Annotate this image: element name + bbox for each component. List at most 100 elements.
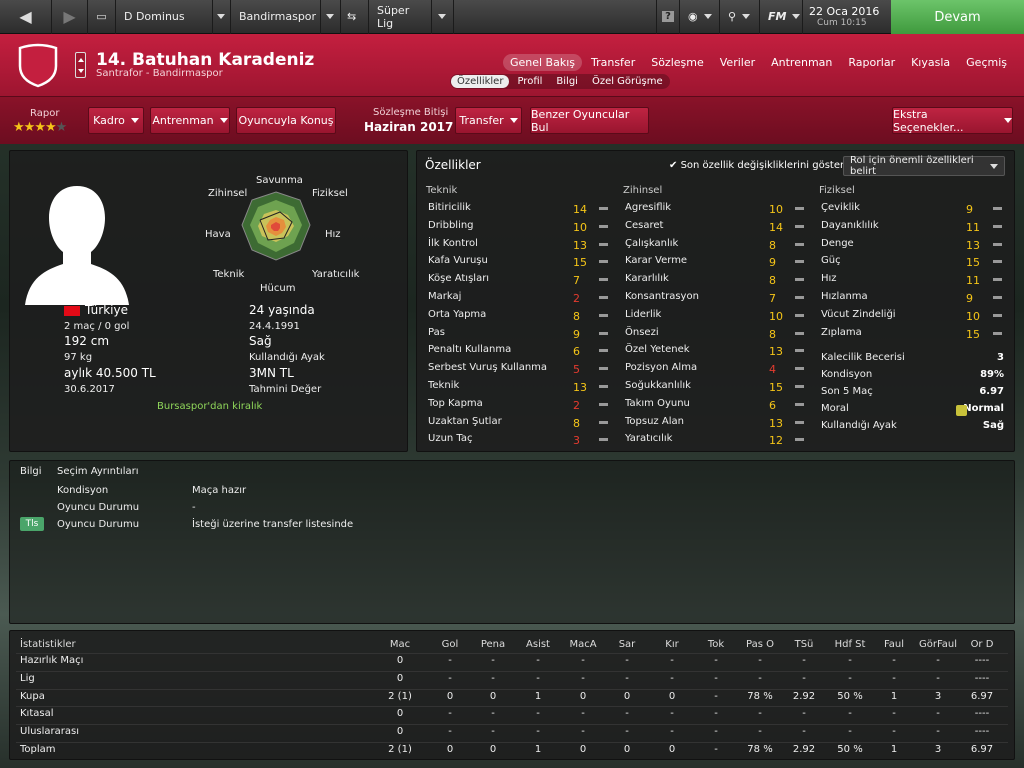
contract-end: 30.6.2017: [64, 384, 115, 395]
attribute-row[interactable]: Dribbling: [428, 217, 474, 234]
stats-column-header[interactable]: Asist: [513, 639, 563, 650]
trend-dash-icon: [599, 207, 608, 210]
fm-menu[interactable]: FM: [760, 0, 803, 34]
tab-compare[interactable]: Kıyasla: [904, 54, 957, 71]
forward-button[interactable]: ▶: [52, 0, 88, 34]
attribute-name: Hız: [821, 273, 837, 285]
subtab-private-chat[interactable]: Özel Görüşme: [586, 75, 669, 88]
inbox-button[interactable]: ▭: [88, 0, 116, 34]
manager-dropdown[interactable]: D Dominus: [116, 0, 213, 34]
attribute-row[interactable]: Takım Oyunu: [625, 395, 690, 412]
help-button[interactable]: ?: [656, 0, 680, 34]
attribute-row[interactable]: Teknik: [428, 377, 459, 394]
attribute-row[interactable]: Markaj: [428, 288, 461, 305]
attribute-row[interactable]: Zıplama: [821, 324, 862, 341]
talk-button[interactable]: Oyuncuyla Konuş: [236, 107, 336, 134]
swap-button[interactable]: ⇆: [341, 0, 369, 34]
attribute-row[interactable]: Konsantrasyon: [625, 288, 699, 305]
transfer-button[interactable]: Transfer: [455, 107, 522, 134]
attribute-row[interactable]: Hızlanma: [821, 288, 868, 305]
stats-column-header[interactable]: Kır: [647, 639, 697, 650]
attribute-row[interactable]: Pozisyon Alma: [625, 359, 697, 376]
back-button[interactable]: ◀: [0, 0, 52, 34]
tab-stats[interactable]: Veriler: [713, 54, 762, 71]
stats-column-header[interactable]: MacA: [558, 639, 608, 650]
attribute-row[interactable]: Dayanıklılık: [821, 217, 879, 234]
attribute-row[interactable]: Denge: [821, 235, 854, 252]
tab-contract[interactable]: Sözleşme: [644, 54, 711, 71]
attribute-row[interactable]: Liderlik: [625, 306, 661, 323]
attribute-row[interactable]: Topsuz Alan: [625, 413, 684, 430]
attribute-value: 13: [966, 238, 980, 252]
attribute-row[interactable]: Güç: [821, 252, 841, 269]
attribute-row[interactable]: Uzaktan Şutlar: [428, 413, 502, 430]
find-similar-button[interactable]: Benzer Oyuncular Bul: [530, 107, 649, 134]
attribute-row[interactable]: Soğukkanlılık: [625, 377, 691, 394]
stats-column-header[interactable]: Pas O: [735, 639, 785, 650]
training-button[interactable]: Antrenman: [150, 107, 230, 134]
tab-history[interactable]: Geçmiş: [959, 54, 1014, 71]
date-display[interactable]: 22 Oca 2016 Cum 10:15: [803, 0, 891, 34]
show-changes-checkbox[interactable]: ✔ Son özellik değişikliklerini göster: [669, 160, 844, 171]
attribute-row[interactable]: Önsezi: [625, 324, 659, 341]
stats-column-header[interactable]: Hdf St: [825, 639, 875, 650]
stats-column-header[interactable]: Pena: [468, 639, 518, 650]
attribute-row[interactable]: İlk Kontrol: [428, 235, 478, 252]
stats-column-header[interactable]: Mac: [375, 639, 425, 650]
stats-row-divider: [16, 688, 1008, 690]
attribute-row[interactable]: Köşe Atışları: [428, 270, 489, 287]
trend-dash-icon: [795, 331, 804, 335]
club-menu[interactable]: [321, 0, 341, 34]
chevron-down-icon[interactable]: [77, 69, 84, 73]
attribute-row[interactable]: Agresiflik: [625, 199, 671, 216]
club-dropdown[interactable]: Bandirmaspor: [231, 0, 321, 34]
tab-reports[interactable]: Raporlar: [841, 54, 902, 71]
selection-details-tab[interactable]: Seçim Ayrıntıları: [57, 466, 139, 477]
attribute-row[interactable]: Hız: [821, 270, 837, 287]
attribute-row[interactable]: Çalışkanlık: [625, 235, 678, 252]
tab-overview[interactable]: Genel Bakış: [502, 54, 582, 71]
subtab-attributes[interactable]: Özellikler: [451, 75, 510, 88]
tab-transfer[interactable]: Transfer: [584, 54, 642, 71]
attribute-row[interactable]: Kafa Vuruşu: [428, 252, 488, 269]
continue-button[interactable]: Devam: [891, 0, 1024, 34]
squad-button[interactable]: Kadro: [88, 107, 144, 134]
attribute-row[interactable]: Top Kapma: [428, 395, 483, 412]
attribute-row[interactable]: Karar Verme: [625, 252, 687, 269]
attribute-row[interactable]: Penaltı Kullanma: [428, 341, 511, 358]
search-button[interactable]: ⚲: [720, 0, 760, 34]
stats-column-header[interactable]: TSü: [779, 639, 829, 650]
extra-options-button[interactable]: Ekstra Seçenekler...: [892, 107, 1013, 134]
stats-column-header[interactable]: GörFaul: [913, 639, 963, 650]
attribute-row[interactable]: Yaratıcılık: [625, 430, 672, 447]
attribute-row[interactable]: Serbest Vuruş Kullanma: [428, 359, 547, 376]
attribute-row[interactable]: Pas: [428, 324, 445, 341]
stats-column-header[interactable]: Or D: [957, 639, 1007, 650]
attribute-row[interactable]: Vücut Zindeliği: [821, 306, 896, 323]
chevron-up-icon[interactable]: [77, 58, 84, 62]
loan-status[interactable]: Bursaspor'dan kiralık: [157, 401, 262, 412]
stats-row-label: Toplam: [20, 744, 56, 755]
stats-column-header[interactable]: Tok: [691, 639, 741, 650]
competition-menu[interactable]: [432, 0, 454, 34]
subtab-info[interactable]: Bilgi: [550, 75, 584, 88]
competition-dropdown[interactable]: Süper Lig: [369, 0, 432, 34]
attribute-row[interactable]: Uzun Taç: [428, 430, 473, 447]
stats-column-header[interactable]: Faul: [869, 639, 919, 650]
stats-column-header[interactable]: Sar: [602, 639, 652, 650]
trend-dash-icon: [795, 438, 804, 442]
attribute-row[interactable]: Cesaret: [625, 217, 663, 234]
tab-training[interactable]: Antrenman: [764, 54, 839, 71]
attribute-row[interactable]: Özel Yetenek: [625, 341, 690, 358]
manager-menu[interactable]: [213, 0, 231, 34]
attribute-row[interactable]: Çeviklik: [821, 199, 860, 216]
attribute-row[interactable]: Bitiricilik: [428, 199, 471, 216]
info-tab[interactable]: Bilgi: [20, 466, 42, 477]
world-button[interactable]: ◉: [680, 0, 720, 34]
trend-dash-icon: [599, 367, 608, 371]
subtab-profile[interactable]: Profil: [511, 75, 548, 88]
role-dropdown[interactable]: Rol için önemli özellikleri belirt: [843, 155, 1005, 177]
attribute-row[interactable]: Kararlılık: [625, 270, 669, 287]
player-nav-arrows[interactable]: [75, 52, 86, 78]
attribute-row[interactable]: Orta Yapma: [428, 306, 486, 323]
